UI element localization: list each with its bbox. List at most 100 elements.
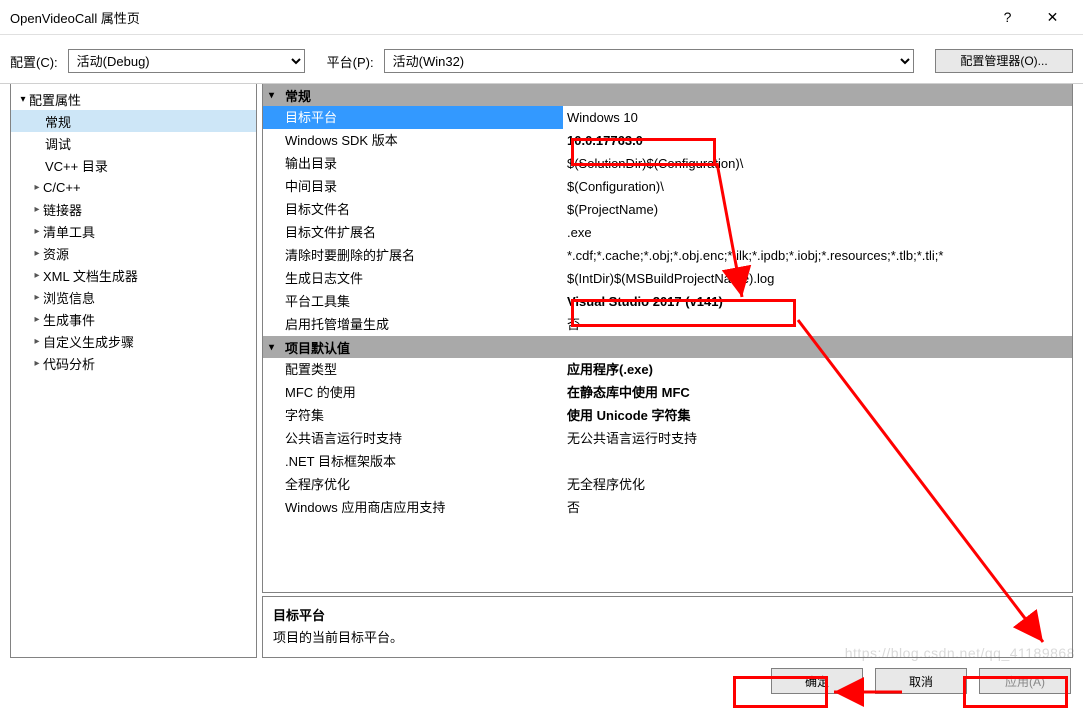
tree-item-xmldoc[interactable]: XML 文档生成器: [11, 264, 256, 286]
tree-item-label: 清单工具: [43, 222, 95, 241]
tree-item-resources[interactable]: 资源: [11, 242, 256, 264]
prop-value: $(SolutionDir)$(Configuration)\: [563, 152, 1072, 175]
description-title: 目标平台: [273, 605, 1062, 624]
prop-build-log[interactable]: 生成日志文件 $(IntDir)$(MSBuildProjectName).lo…: [263, 267, 1072, 290]
prop-use-of-mfc[interactable]: MFC 的使用 在静态库中使用 MFC: [263, 381, 1072, 404]
tree-item-label: XML 文档生成器: [43, 266, 138, 285]
config-select[interactable]: 活动(Debug): [68, 49, 305, 73]
caret-right-icon: [31, 248, 43, 259]
platform-label: 平台(P):: [327, 52, 374, 71]
tree-item-ccpp[interactable]: C/C++: [11, 176, 256, 198]
prop-name: Windows SDK 版本: [263, 129, 563, 152]
group-header-defaults[interactable]: ▾ 项目默认值: [263, 336, 1072, 358]
prop-ext-to-delete[interactable]: 清除时要删除的扩展名 *.cdf;*.cache;*.obj;*.obj.enc…: [263, 244, 1072, 267]
prop-target-name[interactable]: 目标文件名 $(ProjectName): [263, 198, 1072, 221]
cancel-button[interactable]: 取消: [875, 668, 967, 694]
caret-right-icon: [31, 292, 43, 303]
tree-item-label: 代码分析: [43, 354, 95, 373]
caret-right-icon: [31, 182, 43, 193]
caret-right-icon: [31, 204, 43, 215]
tree-item-manifest[interactable]: 清单工具: [11, 220, 256, 242]
prop-value: Windows 10: [563, 106, 1072, 129]
prop-name: 公共语言运行时支持: [263, 427, 563, 450]
description-text: 项目的当前目标平台。: [273, 627, 1062, 646]
window-title: OpenVideoCall 属性页: [10, 8, 985, 27]
tree-item-label: VC++ 目录: [45, 156, 108, 175]
title-bar: OpenVideoCall 属性页 ? ✕: [0, 0, 1083, 35]
prop-net-target[interactable]: .NET 目标框架版本: [263, 450, 1072, 473]
ok-button[interactable]: 确定: [771, 668, 863, 694]
prop-name: 目标平台: [263, 106, 563, 129]
prop-intermediate-dir[interactable]: 中间目录 $(Configuration)\: [263, 175, 1072, 198]
toolbar: 配置(C): 活动(Debug) 平台(P): 活动(Win32) 配置管理器(…: [0, 35, 1083, 83]
tree-item-label: 常规: [45, 112, 71, 131]
tree-item-custombuild[interactable]: 自定义生成步骤: [11, 330, 256, 352]
config-label: 配置(C):: [10, 52, 58, 71]
tree-item-label: 生成事件: [43, 310, 95, 329]
prop-clr-support[interactable]: 公共语言运行时支持 无公共语言运行时支持: [263, 427, 1072, 450]
tree-item-debug[interactable]: 调试: [11, 132, 256, 154]
tree-item-label: C/C++: [43, 180, 81, 195]
tree-item-buildevents[interactable]: 生成事件: [11, 308, 256, 330]
prop-name: 中间目录: [263, 175, 563, 198]
prop-name: MFC 的使用: [263, 381, 563, 404]
prop-name: 配置类型: [263, 358, 563, 381]
tree-item-label: 浏览信息: [43, 288, 95, 307]
group-header-label: 项目默认值: [285, 338, 350, 357]
config-manager-button[interactable]: 配置管理器(O)...: [935, 49, 1073, 73]
tree-item-codeanalysis[interactable]: 代码分析: [11, 352, 256, 374]
nav-tree[interactable]: 配置属性 常规 调试 VC++ 目录 C/C++ 链接器 清单工具 资源: [10, 84, 257, 658]
prop-name: 目标文件名: [263, 198, 563, 221]
prop-platform-toolset[interactable]: 平台工具集 Visual Studio 2017 (v141): [263, 290, 1072, 313]
tree-root[interactable]: 配置属性: [11, 88, 256, 110]
prop-whole-program-opt[interactable]: 全程序优化 无全程序优化: [263, 473, 1072, 496]
prop-windows-sdk-version[interactable]: Windows SDK 版本 10.0.17763.0: [263, 129, 1072, 152]
tree-item-label: 资源: [43, 244, 69, 263]
prop-value: 使用 Unicode 字符集: [563, 404, 1072, 427]
prop-name: 字符集: [263, 404, 563, 427]
tree-item-browse[interactable]: 浏览信息: [11, 286, 256, 308]
caret-right-icon: [31, 270, 43, 281]
prop-name: 输出目录: [263, 152, 563, 175]
apply-button[interactable]: 应用(A): [979, 668, 1071, 694]
prop-value: *.cdf;*.cache;*.obj;*.obj.enc;*.ilk;*.ip…: [563, 244, 1072, 267]
prop-value: $(IntDir)$(MSBuildProjectName).log: [563, 267, 1072, 290]
prop-output-dir[interactable]: 输出目录 $(SolutionDir)$(Configuration)\: [263, 152, 1072, 175]
caret-right-icon: [31, 336, 43, 347]
prop-name: 清除时要删除的扩展名: [263, 244, 563, 267]
prop-target-ext[interactable]: 目标文件扩展名 .exe: [263, 221, 1072, 244]
group-header-label: 常规: [285, 86, 311, 105]
button-bar: 确定 取消 应用(A): [0, 658, 1083, 694]
prop-value: 无公共语言运行时支持: [563, 427, 1072, 450]
prop-name: 生成日志文件: [263, 267, 563, 290]
group-header-general[interactable]: ▾ 常规: [263, 84, 1072, 106]
tree-item-linker[interactable]: 链接器: [11, 198, 256, 220]
caret-right-icon: [31, 358, 43, 369]
platform-select[interactable]: 活动(Win32): [384, 49, 914, 73]
prop-value: 否: [563, 496, 1072, 519]
prop-value: 应用程序(.exe): [563, 358, 1072, 381]
caret-right-icon: [31, 226, 43, 237]
prop-target-platform[interactable]: 目标平台 Windows 10: [263, 106, 1072, 129]
prop-managed-incremental[interactable]: 启用托管增量生成 否: [263, 313, 1072, 336]
prop-charset[interactable]: 字符集 使用 Unicode 字符集: [263, 404, 1072, 427]
prop-name: 平台工具集: [263, 290, 563, 313]
close-button[interactable]: ✕: [1030, 2, 1075, 32]
help-button[interactable]: ?: [985, 2, 1030, 32]
tree-item-vcdirs[interactable]: VC++ 目录: [11, 154, 256, 176]
prop-value: .exe: [563, 221, 1072, 244]
tree-item-general[interactable]: 常规: [11, 110, 256, 132]
tree-item-label: 链接器: [43, 200, 82, 219]
tree-root-label: 配置属性: [29, 90, 81, 109]
main-area: 配置属性 常规 调试 VC++ 目录 C/C++ 链接器 清单工具 资源: [0, 83, 1083, 658]
prop-windows-store-support[interactable]: Windows 应用商店应用支持 否: [263, 496, 1072, 519]
prop-value: $(ProjectName): [563, 198, 1072, 221]
prop-value: 无全程序优化: [563, 473, 1072, 496]
prop-value: [563, 450, 1072, 473]
chevron-down-icon: ▾: [269, 342, 285, 353]
prop-config-type[interactable]: 配置类型 应用程序(.exe): [263, 358, 1072, 381]
prop-name: 全程序优化: [263, 473, 563, 496]
property-grid[interactable]: ▾ 常规 目标平台 Windows 10 Windows SDK 版本 10.0…: [262, 84, 1073, 593]
prop-name: 目标文件扩展名: [263, 221, 563, 244]
prop-name: Windows 应用商店应用支持: [263, 496, 563, 519]
